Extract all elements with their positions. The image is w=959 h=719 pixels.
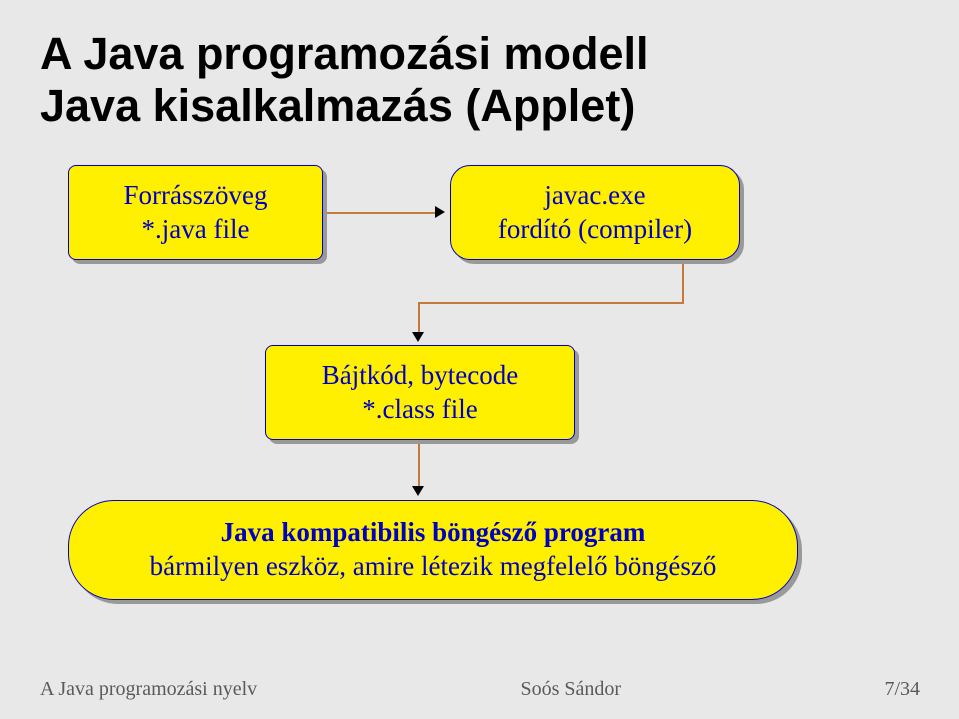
node-source-line2: *.java file — [142, 213, 250, 247]
edge-compiler-bytecode-seg2 — [418, 302, 684, 304]
node-compiler-line2: fordító (compiler) — [498, 213, 692, 247]
node-source: Forrásszöveg *.java file — [68, 165, 323, 260]
slide: A Java programozási modell Java kisalkal… — [0, 0, 959, 719]
node-browser-line2: bármilyen eszköz, amire létezik megfelel… — [150, 550, 717, 584]
footer-right: 7/34 — [884, 678, 920, 701]
node-source-line1: Forrásszöveg — [124, 179, 268, 213]
node-bytecode-line1: Bájtkód, bytecode — [322, 359, 518, 393]
footer-center: Soós Sándor — [521, 678, 622, 701]
edge-bytecode-browser — [418, 444, 420, 486]
node-compiler-line1: javac.exe — [544, 179, 645, 213]
slide-footer: A Java programozási nyelv Soós Sándor 7/… — [40, 678, 920, 701]
node-bytecode: Bájtkód, bytecode *.class file — [265, 345, 575, 440]
node-browser: Java kompatibilis böngésző program bármi… — [68, 500, 798, 600]
arrowhead-down-icon-2 — [412, 486, 424, 496]
title-line-1: A Java programozási modell — [40, 28, 649, 79]
footer-left: A Java programozási nyelv — [40, 678, 257, 701]
arrowhead-right-icon — [435, 206, 445, 218]
title-line-2: Java kisalkalmazás (Applet) — [40, 80, 635, 131]
node-browser-line1: Java kompatibilis böngésző program — [221, 516, 646, 550]
edge-compiler-bytecode-seg1 — [682, 264, 684, 302]
arrowhead-down-icon — [412, 332, 424, 342]
edge-source-compiler — [327, 212, 435, 214]
node-bytecode-line2: *.class file — [362, 393, 477, 427]
edge-compiler-bytecode-seg3 — [418, 302, 420, 332]
slide-title: A Java programozási modell Java kisalkal… — [40, 28, 920, 132]
node-compiler: javac.exe fordító (compiler) — [450, 165, 740, 260]
